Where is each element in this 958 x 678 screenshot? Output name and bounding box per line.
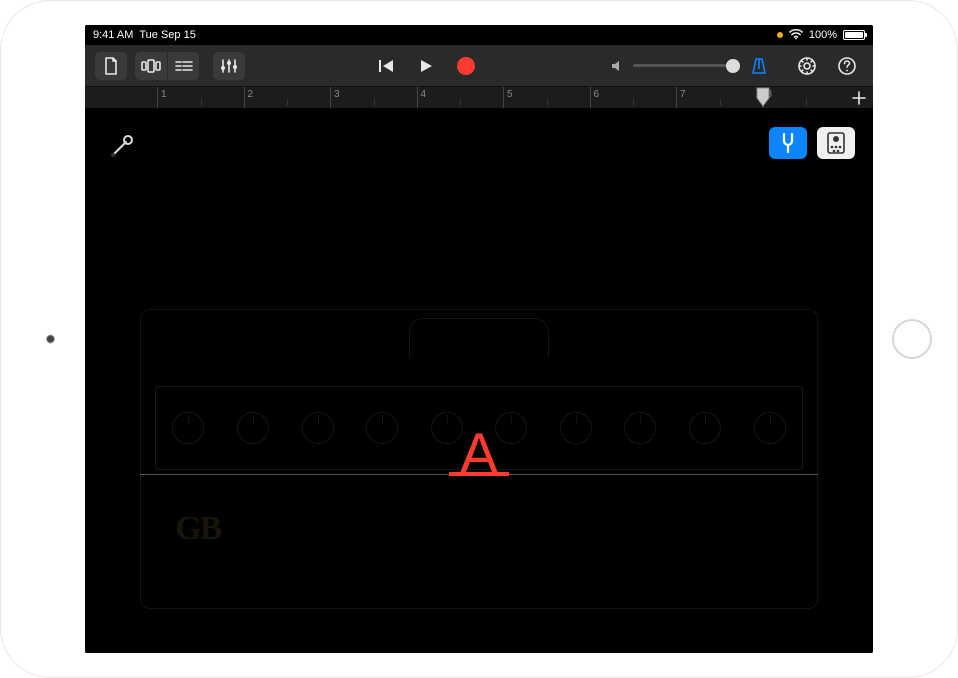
pedal-icon [825,131,847,155]
amp-logo: GB [175,510,220,548]
amp-knob [689,412,721,444]
ruler-bar[interactable]: 3 [330,87,417,108]
tuning-fork-icon [776,132,800,154]
tuner-note: A [460,421,499,488]
rewind-button[interactable] [370,52,402,80]
amp-knob [754,412,786,444]
front-camera [47,336,54,343]
app-screen: 9:41 AM Tue Sep 15 100% [85,25,873,653]
amp-knob [624,412,656,444]
status-time: 9:41 AM [93,29,133,41]
tracks-view-button[interactable] [167,52,199,80]
battery-icon [843,30,865,40]
amp-knob [431,412,463,444]
amp-knob [366,412,398,444]
tuner-pitch-indicator [449,472,509,476]
amp-handle [409,318,549,358]
recording-indicator-dot-icon [777,32,783,38]
play-button[interactable] [410,52,442,80]
browser-view-button[interactable] [135,52,167,80]
ruler-bars[interactable]: 1 2 3 4 5 6 7 8 [157,87,849,108]
volume-thumb[interactable] [726,59,740,73]
amp-knob [495,412,527,444]
tuner-button[interactable] [769,127,807,159]
ruler-bar[interactable]: 4 [417,87,504,108]
metronome-button[interactable] [743,52,775,80]
ruler-bar[interactable]: 1 [157,87,244,108]
ruler-bar[interactable]: 2 [244,87,331,108]
record-icon [457,57,475,75]
ruler-bar[interactable]: 6 [590,87,677,108]
settings-button[interactable] [791,51,823,81]
ruler-bar[interactable]: 7 [676,87,763,108]
amp-knob [560,412,592,444]
input-monitor-button[interactable] [107,131,137,161]
amp-knob [237,412,269,444]
status-bar: 9:41 AM Tue Sep 15 100% [85,25,873,45]
battery-percent: 100% [809,29,837,41]
track-controls-button[interactable] [213,52,245,80]
stompbox-button[interactable] [817,127,855,159]
help-button[interactable] [831,51,863,81]
status-date: Tue Sep 15 [139,29,195,41]
toolbar [85,45,873,87]
amp-knob [172,412,204,444]
speaker-icon [611,59,625,73]
volume-slider[interactable] [633,64,733,67]
record-button[interactable] [450,52,482,80]
wifi-icon [789,28,803,43]
amp-knob [302,412,334,444]
master-volume[interactable] [611,59,733,73]
ipad-frame: 9:41 AM Tue Sep 15 100% [0,0,958,678]
view-toggle-group [133,52,201,80]
transport-controls [368,52,484,80]
add-section-button[interactable] [847,87,871,109]
ruler-bar[interactable]: 5 [503,87,590,108]
timeline-ruler[interactable]: 1 2 3 4 5 6 7 8 [85,87,873,109]
instrument-view: GB A [85,109,873,653]
ruler-bar[interactable]: 8 [763,87,850,108]
playhead[interactable] [756,87,770,109]
my-songs-button[interactable] [95,52,127,80]
home-button[interactable] [892,319,932,359]
